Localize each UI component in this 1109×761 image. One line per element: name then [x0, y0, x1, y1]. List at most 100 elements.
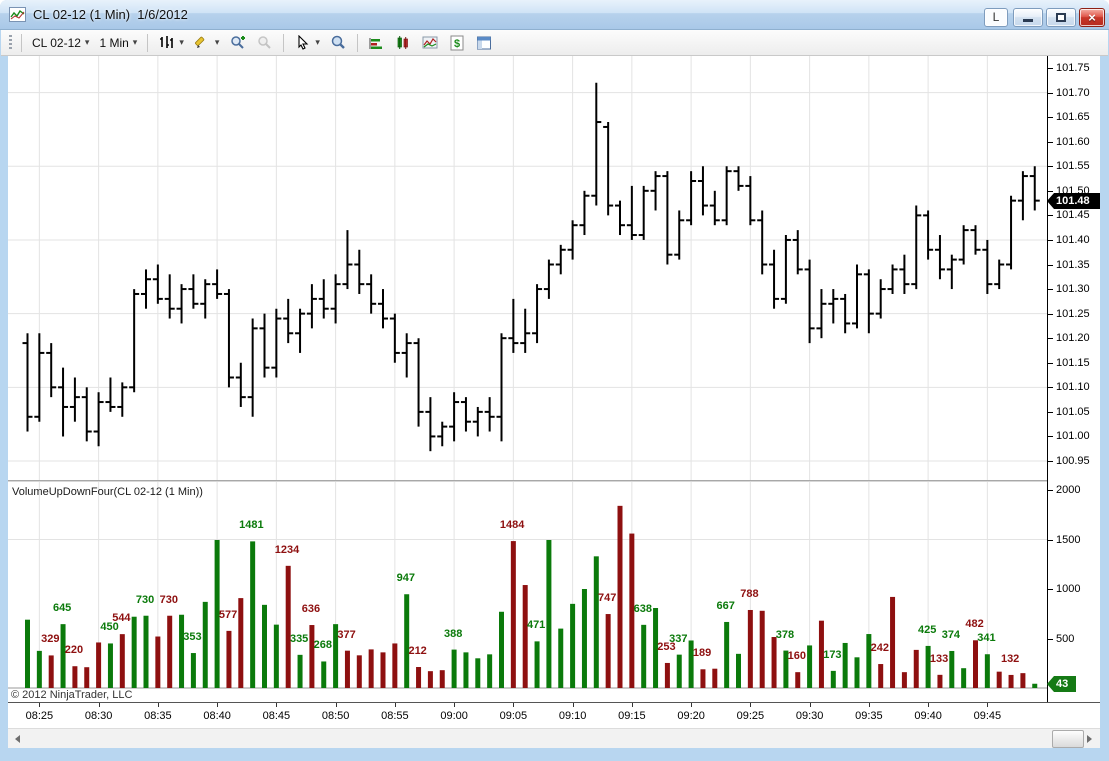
volume-label: 337 — [669, 632, 688, 645]
price-tick-label: 101.45 — [1056, 209, 1090, 222]
data-box-button[interactable] — [325, 32, 352, 54]
volume-label: 1481 — [239, 519, 264, 532]
last-volume-badge: 43 — [1047, 675, 1076, 692]
price-tick-label: 101.60 — [1056, 135, 1090, 148]
badge-arrow-icon — [1047, 675, 1054, 692]
title-bar[interactable]: CL 02-12 (1 Min) 1/6/2012 L × — [0, 0, 1109, 30]
volume-tick-label: 2000 — [1056, 484, 1081, 496]
price-tick-label: 101.65 — [1056, 111, 1090, 124]
price-tick-label: 101.35 — [1056, 258, 1090, 271]
volume-label: 341 — [977, 632, 996, 645]
bar-type-button[interactable]: ▾ — [153, 32, 189, 54]
time-tick-label: 09:35 — [855, 710, 883, 722]
chevron-down-icon: ▾ — [84, 37, 90, 47]
time-tick-label: 08:30 — [84, 710, 113, 722]
close-button[interactable]: × — [1079, 8, 1105, 27]
price-chart[interactable] — [8, 56, 1047, 480]
properties-button[interactable] — [471, 32, 498, 54]
chevron-down-icon: ▾ — [214, 37, 220, 47]
chart-style-icon — [395, 34, 412, 51]
chevron-down-icon: ▾ — [179, 37, 184, 47]
bar-type-icon — [158, 34, 175, 51]
time-tick-label: 08:40 — [203, 710, 231, 722]
time-tick-label: 08:55 — [381, 710, 409, 722]
chart-region-button[interactable] — [417, 32, 444, 54]
properties-icon — [476, 34, 493, 51]
minimize-icon — [1023, 19, 1033, 22]
cursor-icon — [294, 34, 311, 51]
drawing-tool-button[interactable]: ▾ — [189, 32, 225, 54]
volume-label: 242 — [870, 642, 889, 655]
volume-label: 220 — [64, 644, 84, 657]
volume-label: 947 — [396, 572, 415, 585]
dollar-icon: $ — [449, 34, 466, 51]
chart-app-icon — [9, 7, 26, 22]
zoom-out-button[interactable] — [251, 32, 278, 54]
volume-label: 471 — [526, 619, 546, 632]
time-tick-label: 09:20 — [677, 710, 705, 722]
time-tick-label: 09:10 — [558, 710, 587, 722]
price-axis[interactable]: 101.75 101.70 101.65 101.60 101.55 101.50 101.… — [1047, 56, 1100, 728]
time-tick-label: 09:30 — [795, 710, 824, 722]
indicators-button[interactable] — [363, 32, 390, 54]
separator — [283, 33, 285, 52]
interval-selector[interactable]: 1 Min ▾ — [94, 32, 142, 54]
price-tick-label: 101.30 — [1056, 283, 1090, 296]
volume-label: 425 — [917, 623, 937, 636]
volume-label: 335 — [289, 632, 309, 645]
badge-arrow-icon — [1047, 192, 1054, 209]
chart-style-button[interactable] — [390, 32, 417, 54]
price-tick-label: 101.25 — [1056, 307, 1090, 320]
toolbar-grip[interactable] — [9, 34, 12, 51]
restore-icon — [1056, 13, 1066, 22]
volume-label: 132 — [1000, 652, 1020, 665]
indicator-label: VolumeUpDownFour(CL 02-12 (1 Min)) — [12, 486, 203, 498]
price-tick-label: 100.95 — [1056, 455, 1090, 467]
volume-label: 730 — [135, 593, 155, 606]
volume-label: 544 — [112, 612, 131, 625]
restore-button[interactable] — [1046, 8, 1076, 27]
window-title: CL 02-12 (1 Min) 1/6/2012 — [33, 7, 188, 22]
link-button[interactable]: L — [984, 8, 1008, 27]
zoom-in-icon — [229, 34, 246, 51]
magnifier-icon — [330, 34, 347, 51]
volume-label: 212 — [408, 645, 427, 657]
volume-chart[interactable] — [8, 482, 1047, 702]
toolbar: CL 02-12 ▾ 1 Min ▾ ▾ ▾ ▾ $ — [1, 30, 1108, 56]
zoom-in-button[interactable] — [224, 32, 251, 54]
time-tick-label: 09:05 — [499, 710, 528, 722]
time-tick-label: 09:15 — [618, 710, 646, 722]
price-tick-label: 101.20 — [1056, 332, 1090, 345]
chevron-down-icon: ▾ — [315, 37, 320, 47]
price-tick-label: 101.10 — [1056, 381, 1090, 394]
volume-label: 667 — [716, 599, 735, 612]
price-tick-label: 101.05 — [1056, 405, 1090, 418]
volume-label: 730 — [159, 593, 178, 606]
cursor-tool-button[interactable]: ▾ — [289, 32, 325, 54]
volume-label: 638 — [633, 602, 652, 615]
volume-label: 388 — [443, 627, 463, 640]
scroll-right-arrow-icon[interactable] — [1080, 729, 1098, 749]
time-tick-label: 09:00 — [440, 710, 468, 722]
account-button[interactable]: $ — [444, 32, 471, 54]
zoom-out-icon — [256, 34, 273, 51]
price-tick-label: 101.75 — [1056, 62, 1090, 74]
instrument-selector[interactable]: CL 02-12 ▾ — [27, 32, 94, 54]
volume-tick-label: 500 — [1056, 632, 1075, 645]
time-axis[interactable]: 08:25 08:30 08:35 08:40 08:45 08:50 08:55 09:00… — [8, 702, 1100, 728]
volume-label: 160 — [787, 650, 807, 663]
horizontal-scrollbar[interactable] — [8, 728, 1100, 748]
time-tick-label: 08:25 — [25, 710, 54, 722]
scroll-left-arrow-icon[interactable] — [8, 729, 26, 749]
volume-label: 378 — [775, 628, 795, 641]
separator — [21, 33, 22, 52]
price-panel[interactable] — [8, 56, 1047, 480]
time-tick-label: 08:45 — [262, 710, 291, 722]
time-tick-label: 08:50 — [321, 710, 350, 722]
volume-label: 189 — [692, 647, 712, 660]
minimize-button[interactable] — [1013, 8, 1043, 27]
volume-panel[interactable] — [8, 482, 1047, 702]
volume-label: 377 — [337, 628, 356, 641]
price-tick-label: 101.40 — [1056, 233, 1090, 246]
volume-label: 329 — [41, 633, 60, 646]
